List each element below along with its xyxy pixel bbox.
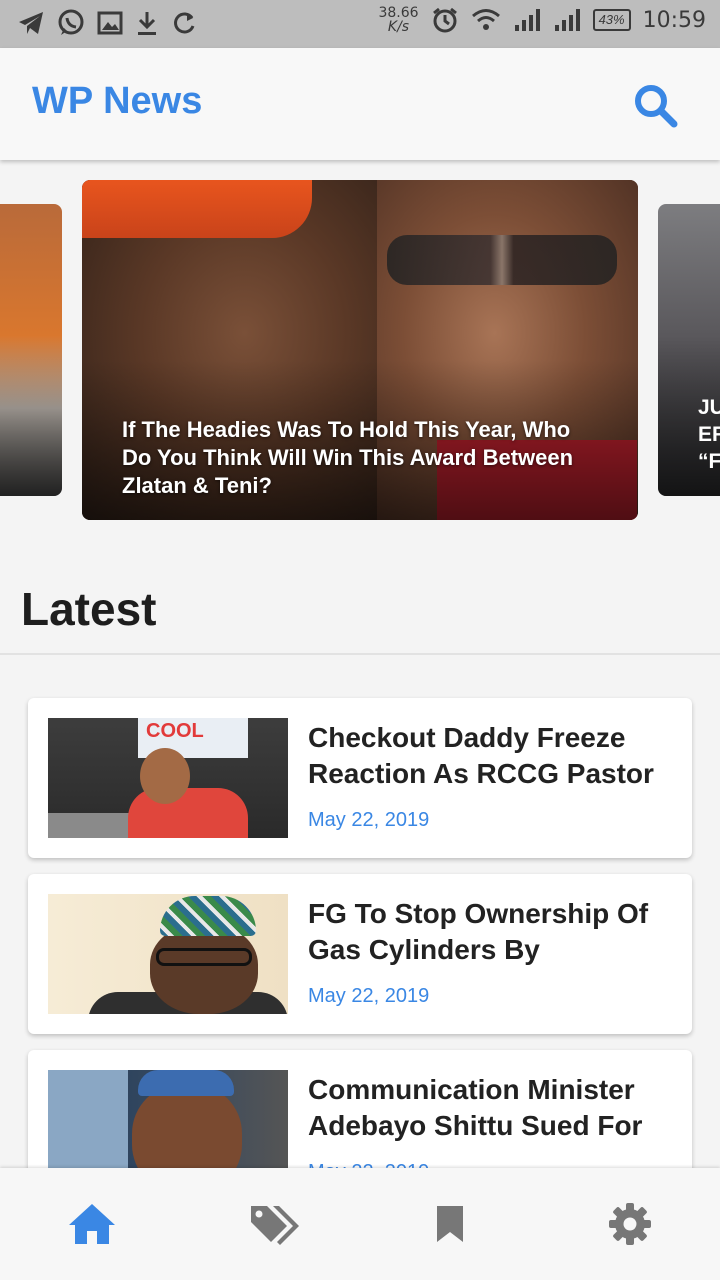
- slide-caption-fragment: JU EF “F: [698, 394, 720, 475]
- slide-caption: If The Headies Was To Hold This Year, Wh…: [122, 417, 574, 498]
- article-title: FG To Stop Ownership Of Gas Cylinders By: [308, 898, 649, 965]
- article-thumbnail: COOL: [48, 718, 288, 838]
- article-card[interactable]: COOL Checkout Daddy Freeze Reaction As R…: [28, 698, 692, 858]
- network-speed-value: 38.66: [378, 5, 419, 21]
- article-date: May 22, 2019: [308, 985, 430, 1007]
- carousel-slide-previous[interactable]: [0, 204, 62, 496]
- home-icon: [69, 1204, 115, 1244]
- signal-icon: [554, 9, 580, 31]
- clock: 10:59: [642, 7, 706, 33]
- nav-settings[interactable]: [604, 1200, 656, 1248]
- article-title: Communication Minister Adebayo Shittu Su…: [308, 1074, 643, 1141]
- battery-icon: 43%: [592, 9, 631, 31]
- bottom-navigation: [0, 1168, 720, 1280]
- nav-bookmarks[interactable]: [424, 1200, 476, 1248]
- network-speed: 38.66 K/s: [378, 6, 418, 34]
- download-icon: [138, 12, 156, 35]
- whatsapp-icon: [58, 9, 84, 35]
- article-title: Checkout Daddy Freeze Reaction As RCCG P…: [308, 722, 654, 789]
- section-divider: [0, 653, 720, 655]
- app-title: WP News: [32, 80, 203, 122]
- thumbnail-sign-text: COOL: [146, 720, 204, 742]
- bookmark-icon: [437, 1206, 463, 1242]
- wifi-icon: [471, 9, 500, 30]
- network-speed-unit: K/s: [387, 19, 410, 35]
- image-icon: [97, 11, 123, 35]
- carousel-slide-current[interactable]: If The Headies Was To Hold This Year, Wh…: [82, 180, 638, 520]
- sync-icon: [174, 12, 195, 34]
- alarm-icon: [432, 7, 457, 33]
- app-bar: WP News: [0, 48, 720, 160]
- status-right-icons: 38.66 K/s 43% 10:59: [378, 6, 706, 34]
- tags-icon: [251, 1206, 299, 1245]
- nav-tags[interactable]: [248, 1200, 300, 1248]
- caption-fragment-line: JU: [698, 396, 720, 419]
- status-bar: 38.66 K/s 43% 10:59: [0, 0, 720, 48]
- carousel-slide-next[interactable]: JU EF “F: [658, 204, 720, 496]
- search-button[interactable]: [632, 82, 680, 130]
- signal-icon: [514, 9, 540, 31]
- article-date: May 22, 2019: [308, 809, 430, 831]
- settings-icon: [609, 1203, 651, 1245]
- article-card[interactable]: FG To Stop Ownership Of Gas Cylinders By…: [28, 874, 692, 1034]
- slide-shade: [0, 336, 62, 496]
- telegram-icon: [19, 12, 43, 34]
- search-icon: [635, 85, 678, 128]
- status-left-icons: [16, 8, 198, 38]
- caption-fragment-line: “F: [698, 450, 720, 473]
- nav-home[interactable]: [66, 1200, 118, 1248]
- caption-fragment-line: EF: [698, 423, 720, 446]
- section-title: Latest: [21, 583, 157, 635]
- article-thumbnail: [48, 894, 288, 1014]
- featured-carousel[interactable]: If The Headies Was To Hold This Year, Wh…: [0, 160, 720, 540]
